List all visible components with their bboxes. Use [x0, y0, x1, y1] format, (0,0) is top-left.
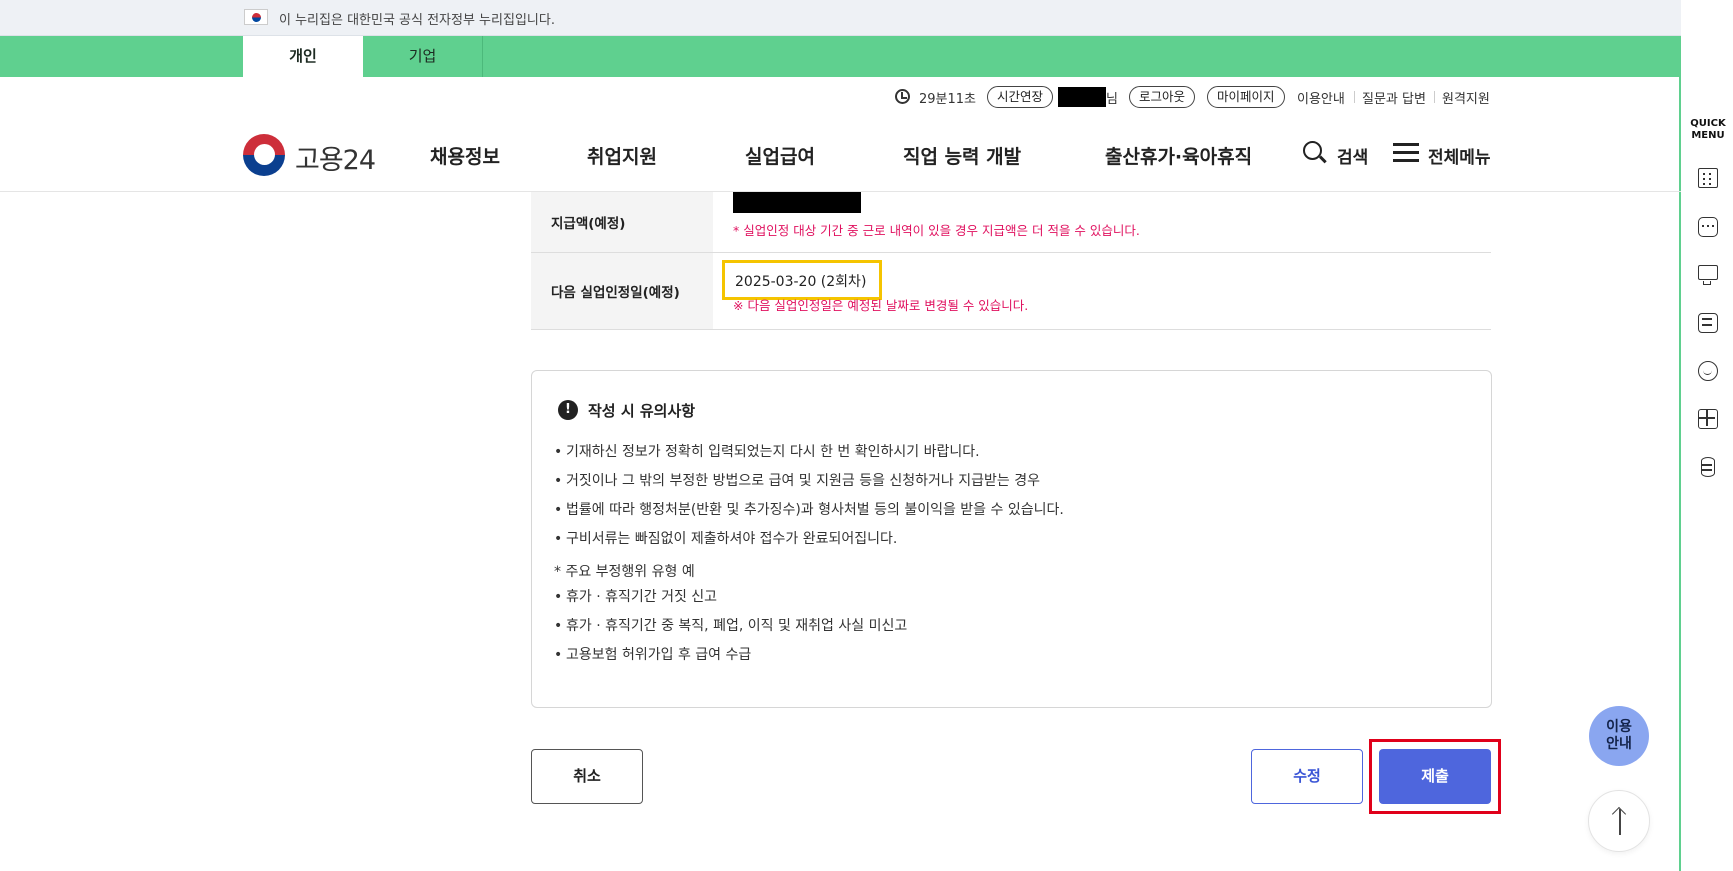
nav-unemployment-benefit[interactable]: 실업급여	[745, 142, 815, 169]
extend-session-button[interactable]: 시간연장	[987, 86, 1054, 108]
search-icon	[1303, 141, 1322, 160]
amount-note: * 실업인정 대상 기간 중 근로 내역이 있을 경우 지급액은 더 적을 수 …	[733, 223, 1140, 238]
arrow-up-icon	[1619, 809, 1621, 835]
all-menu-label: 전체메뉴	[1428, 148, 1491, 168]
cancel-button[interactable]: 취소	[531, 749, 643, 804]
floating-guide-button[interactable]: 이용 안내	[1589, 706, 1649, 766]
logo-text: 고용24	[295, 145, 376, 176]
qna-link[interactable]: 질문과 답변	[1362, 88, 1426, 107]
notice-item: • 법률에 따라 행정처분(반환 및 추가징수)과 형사처벌 등의 불이익을 받을…	[554, 502, 1064, 518]
government-emblem-icon	[243, 134, 285, 176]
notice-title: 작성 시 유의사항	[588, 402, 696, 420]
notice-item: • 거짓이나 그 밖의 부정한 방법으로 급여 및 지원금 등을 신청하거나 지급…	[554, 473, 1040, 489]
building-icon[interactable]	[1698, 168, 1718, 188]
next-date-note: ※ 다음 실업인정일은 예정된 날짜로 변경될 수 있습니다.	[733, 298, 1029, 313]
nav-skills-development[interactable]: 직업 능력 개발	[903, 142, 1021, 169]
notice-box: ! 작성 시 유의사항 • 기재하신 정보가 정확히 입력되었는지 다시 한 번 …	[531, 370, 1492, 708]
session-timer: 29분11초	[919, 92, 977, 107]
edit-button[interactable]: 수정	[1251, 749, 1363, 804]
next-date-cell: 2025-03-20 (2회차) ※ 다음 실업인정일은 예정된 날짜로 변경될…	[713, 253, 1491, 329]
redacted-username	[1058, 87, 1106, 107]
mypage-button[interactable]: 마이페이지	[1207, 86, 1285, 108]
notice-sub-item: • 휴가 · 휴직기간 중 복직, 폐업, 이직 및 재취업 사실 미신고	[554, 618, 908, 634]
guide-link[interactable]: 이용안내	[1297, 88, 1345, 107]
guide-line-1: 이용	[1606, 719, 1632, 735]
next-date-value: 2025-03-20 (2회차)	[735, 274, 867, 290]
page: 이 누리집은 대한민국 공식 전자정부 누리집입니다. 개인 기업 29분11초…	[0, 0, 1681, 871]
site-logo[interactable]: 고용24	[243, 132, 383, 178]
user-type-tabs: 개인 기업	[0, 36, 1681, 77]
divider	[1354, 91, 1355, 103]
row-header-next-date: 다음 실업인정일(예정)	[531, 253, 713, 329]
row-header-amount: 지급액(예정)	[531, 192, 713, 252]
divider	[1434, 91, 1435, 103]
redacted-amount	[733, 192, 861, 213]
gov-banner-text: 이 누리집은 대한민국 공식 전자정부 누리집입니다.	[279, 13, 555, 28]
notice-item: • 구비서류는 빠짐없이 제출하셔야 접수가 완료되어집니다.	[554, 531, 898, 547]
guide-line-2: 안내	[1606, 736, 1632, 752]
notice-item: • 기재하신 정보가 정확히 입력되었는지 다시 한 번 확인하시기 바랍니다.	[554, 444, 980, 460]
chat-icon[interactable]	[1698, 217, 1718, 237]
quick-menu-title: QUICK MENU	[1690, 118, 1726, 141]
notice-sub-item: • 휴가 · 휴직기간 거짓 신고	[554, 589, 718, 605]
checklist-icon[interactable]	[1698, 313, 1718, 333]
nav-employment-support[interactable]: 취업지원	[587, 142, 657, 169]
gov-banner: 이 누리집은 대한민국 공식 전자정부 누리집입니다.	[0, 0, 1681, 36]
table-row: 지급액(예정) * 실업인정 대상 기간 중 근로 내역이 있을 경우 지급액은…	[531, 192, 1491, 253]
search-label: 검색	[1337, 148, 1369, 168]
tab-company[interactable]: 기업	[363, 36, 483, 77]
monitor-icon[interactable]	[1698, 265, 1718, 285]
scroll-top-button[interactable]	[1588, 790, 1650, 852]
tab-individual[interactable]: 개인	[243, 36, 363, 77]
notice-subtitle: * 주요 부정행위 유형 예	[554, 564, 695, 580]
utility-bar: 29분11초 시간연장 님 로그아웃 마이페이지 이용안내 질문과 답변 원격지…	[895, 86, 1495, 108]
exclamation-icon: !	[558, 400, 578, 420]
korea-flag-icon	[244, 9, 268, 25]
logout-button[interactable]: 로그아웃	[1129, 86, 1196, 108]
submit-highlight-annotation	[1369, 739, 1501, 814]
coins-icon[interactable]	[1701, 457, 1715, 477]
nav-job-info[interactable]: 채용정보	[430, 142, 500, 169]
face-icon[interactable]	[1698, 361, 1718, 381]
remote-support-link[interactable]: 원격지원	[1442, 88, 1490, 107]
username-suffix: 님	[1106, 92, 1118, 107]
clock-icon	[895, 89, 910, 104]
notice-sub-item: • 고용보험 허위가입 후 급여 수급	[554, 647, 752, 663]
hamburger-menu-icon	[1393, 143, 1419, 163]
table-row: 다음 실업인정일(예정) 2025-03-20 (2회차) ※ 다음 실업인정일…	[531, 253, 1491, 330]
quick-menu: QUICK MENU	[1683, 0, 1733, 871]
nav-parental-leave[interactable]: 출산휴가·육아휴직	[1105, 142, 1252, 169]
calculator-icon[interactable]	[1698, 409, 1718, 429]
amount-cell: * 실업인정 대상 기간 중 근로 내역이 있을 경우 지급액은 더 적을 수 …	[713, 192, 1491, 252]
